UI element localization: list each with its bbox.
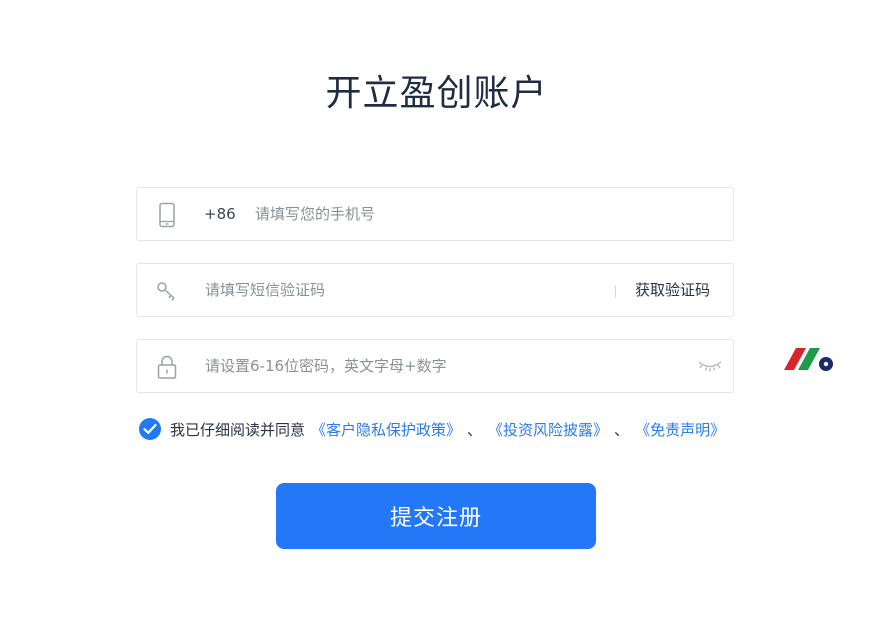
sms-code-field: 获取验证码 xyxy=(136,263,734,317)
lock-icon xyxy=(155,354,179,380)
disclaimer-link[interactable]: 《免责声明》 xyxy=(635,419,725,440)
get-code-button[interactable]: 获取验证码 xyxy=(635,264,710,316)
risk-disclosure-link[interactable]: 《投资风险披露》 xyxy=(488,419,608,440)
phone-input[interactable] xyxy=(255,198,695,230)
password-input[interactable] xyxy=(205,350,685,382)
privacy-policy-link[interactable]: 《客户隐私保护政策》 xyxy=(311,419,461,440)
mobile-phone-icon xyxy=(155,202,179,228)
eye-closed-icon[interactable] xyxy=(697,358,723,374)
agreement-row: 我已仔细阅读并同意 《客户隐私保护政策》 、 《投资风险披露》 、 《免责声明》 xyxy=(139,417,725,441)
check-circle-icon[interactable] xyxy=(139,418,161,440)
phone-field: +86 xyxy=(136,187,734,241)
key-icon xyxy=(155,278,179,304)
page-title: 开立盈创账户 xyxy=(325,73,548,114)
password-field xyxy=(136,339,734,393)
separator: 、 xyxy=(614,420,630,439)
submit-register-button[interactable]: 提交注册 xyxy=(276,483,596,549)
country-code[interactable]: +86 xyxy=(204,188,236,240)
code-divider xyxy=(615,285,616,298)
agreement-text: 我已仔细阅读并同意 xyxy=(170,420,306,439)
separator: 、 xyxy=(467,420,483,439)
sms-code-input[interactable] xyxy=(205,274,605,306)
brand-logo-icon xyxy=(782,344,836,374)
register-page: 开立盈创账户 +86 获取验证码 xyxy=(0,0,873,637)
